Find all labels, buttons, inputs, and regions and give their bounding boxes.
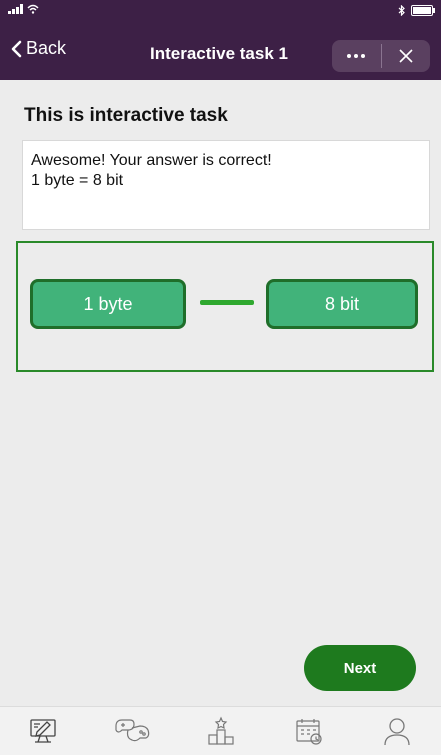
tab-profile[interactable] <box>353 707 441 755</box>
lesson-icon <box>30 719 56 743</box>
nav-actions <box>332 40 430 72</box>
back-label: Back <box>26 38 67 58</box>
more-button[interactable] <box>332 40 381 72</box>
next-button[interactable]: Next <box>304 645 416 691</box>
close-button[interactable] <box>382 40 431 72</box>
match-connector <box>200 300 254 305</box>
close-icon <box>399 49 413 63</box>
more-dots-icon <box>347 54 366 58</box>
tab-bar <box>0 706 441 755</box>
calendar-icon <box>296 719 322 745</box>
status-left <box>8 4 39 14</box>
bluetooth-icon <box>398 5 405 16</box>
tab-calendar[interactable] <box>265 707 353 755</box>
tab-lesson[interactable] <box>0 707 88 755</box>
games-icon <box>115 719 150 742</box>
status-bar <box>0 0 441 24</box>
leaderboard-icon <box>207 716 234 745</box>
signal-icon <box>8 4 23 14</box>
back-button[interactable]: Back <box>10 38 66 59</box>
battery-icon <box>411 5 435 16</box>
task-heading: This is interactive task <box>24 105 228 126</box>
wifi-icon <box>27 4 39 14</box>
tab-leaderboard[interactable] <box>176 707 264 755</box>
match-tile-left[interactable]: 1 byte <box>30 279 186 329</box>
match-tile-right[interactable]: 8 bit <box>266 279 418 329</box>
status-right <box>398 5 435 16</box>
feedback-answer: 1 byte = 8 bit <box>31 172 124 189</box>
profile-icon <box>384 718 410 746</box>
feedback-box: Awesome! Your answer is correct! 1 byte … <box>22 140 430 230</box>
feedback-message: Awesome! Your answer is correct! <box>31 152 272 169</box>
nav-title: Interactive task 1 <box>150 44 288 63</box>
match-area: 1 byte 8 bit <box>16 241 434 372</box>
nav-bar: Back Interactive task 1 <box>0 24 441 80</box>
chevron-left-icon <box>11 40 22 57</box>
tab-games[interactable] <box>88 707 176 755</box>
